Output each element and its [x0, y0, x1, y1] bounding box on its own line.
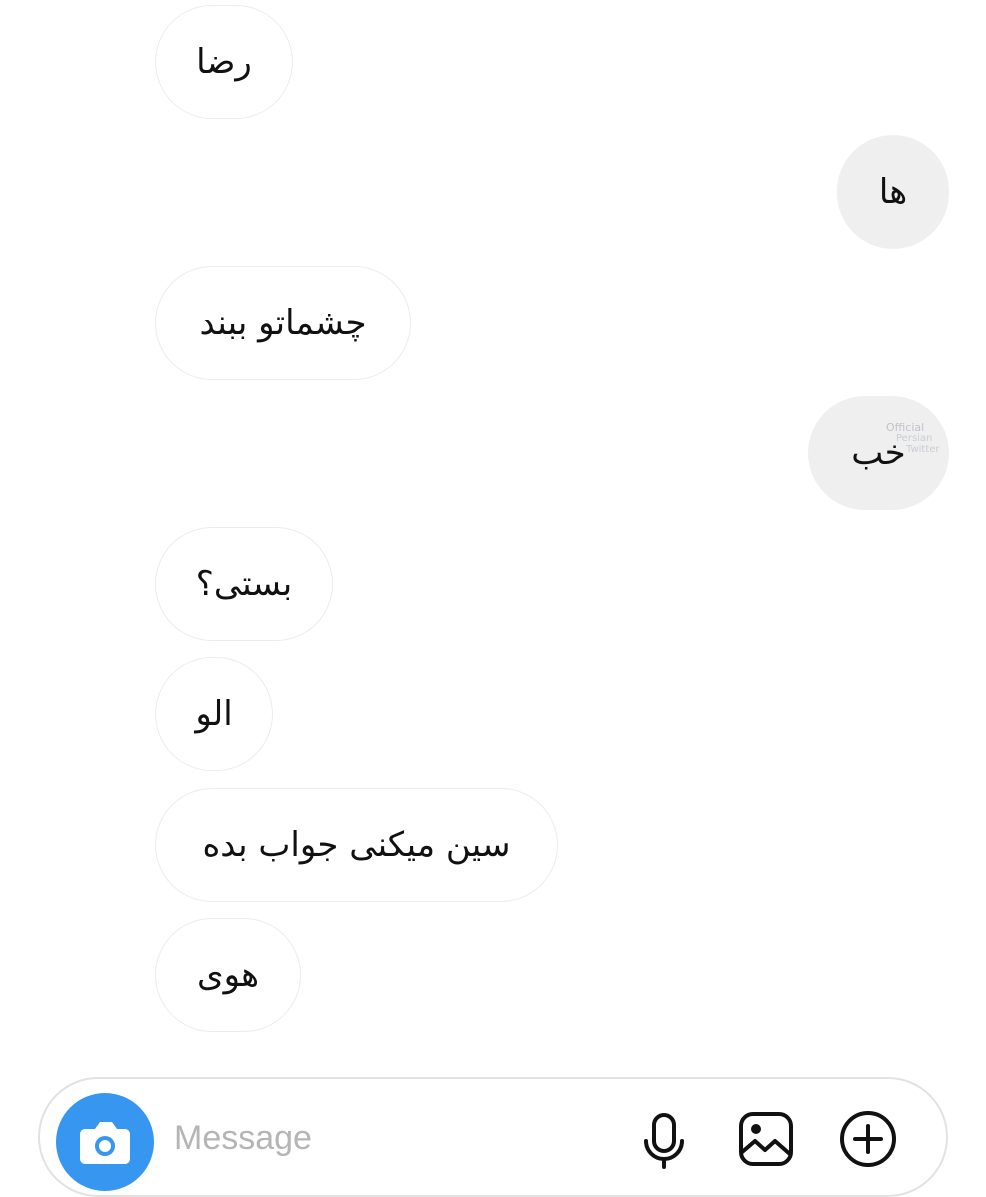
- watermark-line: Official: [886, 421, 925, 434]
- camera-icon: [80, 1122, 130, 1164]
- gallery-icon[interactable]: [736, 1109, 796, 1169]
- outgoing-message[interactable]: ها: [837, 135, 949, 249]
- camera-button[interactable]: [56, 1093, 154, 1191]
- incoming-message[interactable]: چشماتو ببند: [155, 266, 411, 380]
- plus-circle-icon[interactable]: [838, 1109, 898, 1169]
- watermark-line: Persian: [896, 433, 933, 444]
- incoming-message[interactable]: رضا: [155, 5, 293, 119]
- incoming-message[interactable]: الو: [155, 657, 273, 771]
- incoming-message[interactable]: هوی: [155, 918, 301, 1032]
- watermark-logo: Official Persian Twitter: [886, 422, 940, 455]
- message-input[interactable]: [174, 1119, 594, 1158]
- watermark-line: Twitter: [906, 444, 940, 455]
- incoming-message[interactable]: سین میکنی جواب بده: [155, 788, 558, 902]
- microphone-icon[interactable]: [634, 1109, 694, 1169]
- incoming-message[interactable]: بستی؟: [155, 527, 333, 641]
- message-composer: [38, 1077, 948, 1197]
